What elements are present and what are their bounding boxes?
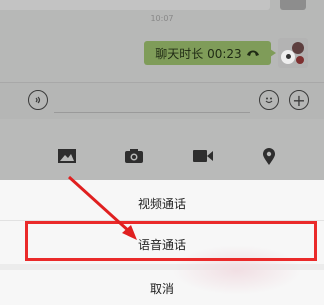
pointer-arrow-icon — [67, 175, 137, 240]
